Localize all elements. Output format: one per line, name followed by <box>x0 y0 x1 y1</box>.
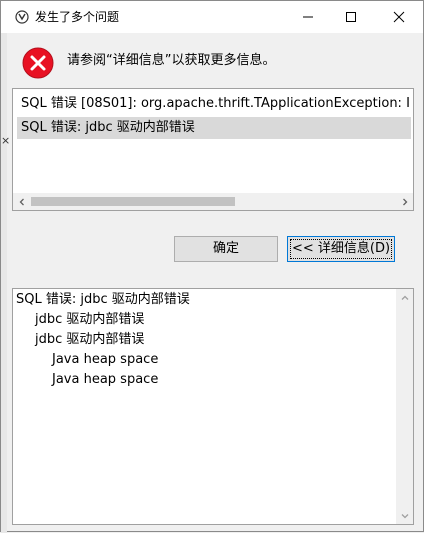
error-dialog: 发生了多个问题 × 请参阅“详细信息”以获取更多信息。 SQL 错误 [08S0… <box>0 0 424 533</box>
message-text: 请参阅“详细信息”以获取更多信息。 <box>67 53 276 68</box>
details-text-area[interactable]: SQL 错误: jdbc 驱动内部错误 jdbc 驱动内部错误 jdbc 驱动内… <box>12 288 414 525</box>
scroll-up-button[interactable] <box>396 289 413 306</box>
chevron-right-icon <box>402 198 407 205</box>
scroll-thumb[interactable] <box>31 197 235 206</box>
list-item[interactable]: SQL 错误 [08S01]: org.apache.thrift.TAppli… <box>17 93 411 115</box>
details-button[interactable]: << 详细信息(D) <box>287 236 395 262</box>
chevron-up-icon <box>401 295 408 300</box>
minimize-icon <box>303 16 313 18</box>
window-title: 发生了多个问题 <box>35 10 120 24</box>
detail-line: jdbc 驱动内部错误 <box>35 312 145 327</box>
maximize-button[interactable] <box>328 1 374 33</box>
scroll-down-button[interactable] <box>396 507 413 524</box>
maximize-icon <box>346 12 356 22</box>
detail-line: Java heap space <box>52 352 159 367</box>
scroll-right-button[interactable] <box>396 193 413 210</box>
app-icon <box>15 10 29 24</box>
close-icon <box>393 11 405 23</box>
title-bar[interactable]: 发生了多个问题 <box>1 1 423 33</box>
chevron-left-icon <box>19 198 24 205</box>
close-button[interactable] <box>376 1 422 33</box>
problem-list[interactable]: SQL 错误 [08S01]: org.apache.thrift.TAppli… <box>12 88 414 211</box>
detail-line: Java heap space <box>52 372 159 387</box>
partial-close-icon: × <box>1 134 11 147</box>
scroll-left-button[interactable] <box>13 193 30 210</box>
horizontal-scrollbar[interactable] <box>13 193 413 210</box>
error-icon <box>22 47 54 79</box>
detail-line: SQL 错误: jdbc 驱动内部错误 <box>16 292 190 307</box>
chevron-down-icon <box>401 513 408 518</box>
ok-button[interactable]: 确定 <box>174 236 278 262</box>
minimize-button[interactable] <box>285 1 331 33</box>
vertical-scrollbar[interactable] <box>396 289 413 524</box>
list-item-selected[interactable]: SQL 错误: jdbc 驱动内部错误 <box>17 117 411 139</box>
details-button-label: << 详细信息(D) <box>290 239 392 259</box>
left-edge <box>1 33 7 533</box>
detail-line: jdbc 驱动内部错误 <box>35 332 145 347</box>
